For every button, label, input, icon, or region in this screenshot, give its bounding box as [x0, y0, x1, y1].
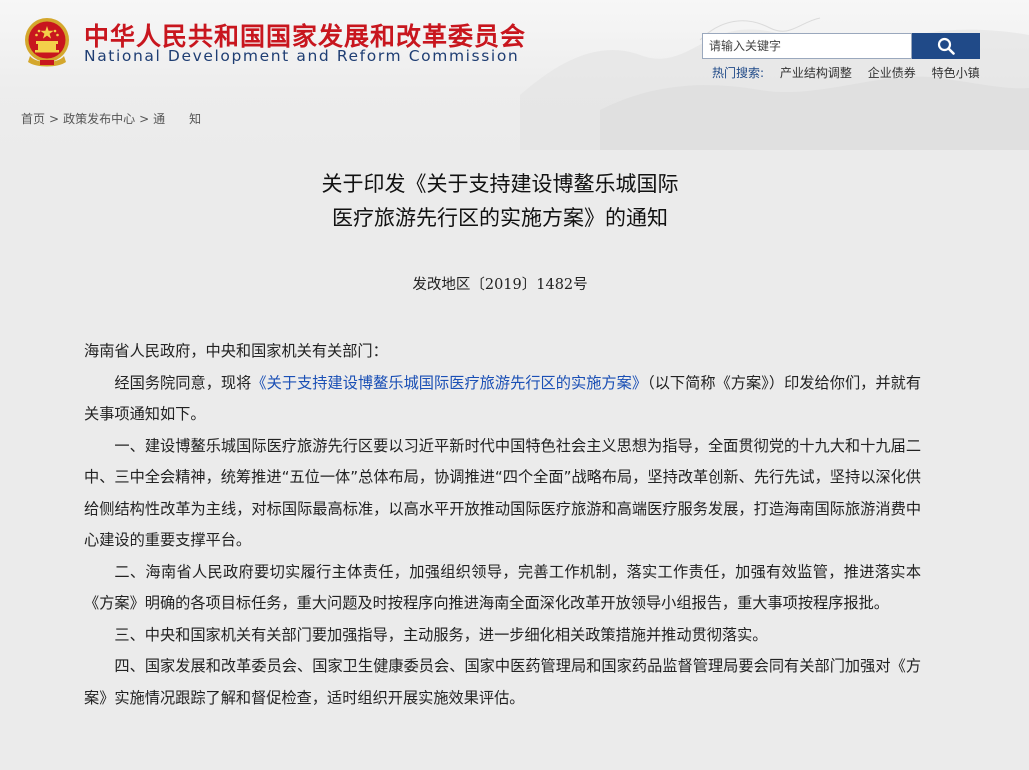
paragraph: 一、建设博鳌乐城国际医疗旅游先行区要以习近平新时代中国特色社会主义思想为指导，全…	[84, 436, 921, 550]
paragraph: 经国务院同意，现将《关于支持建设博鳌乐城国际医疗旅游先行区的实施方案》（以下简称…	[84, 368, 921, 431]
article-body: 海南省人民政府，中央和国家机关有关部门： 经国务院同意，现将《关于支持建设博鳌乐…	[84, 336, 921, 714]
breadcrumb-notice[interactable]: 通 知	[153, 112, 201, 126]
hot-search-link-bonds[interactable]: 企业债券	[868, 66, 916, 80]
article-title-line: 医疗旅游先行区的实施方案》的通知	[332, 206, 668, 230]
paragraph: 二、海南省人民政府要切实履行主体责任，加强组织领导，完善工作机制，落实工作责任，…	[84, 562, 921, 613]
hot-search-label: 热门搜索:	[712, 66, 765, 80]
article-title: 关于印发《关于支持建设博鳌乐城国际 医疗旅游先行区的实施方案》的通知	[200, 167, 800, 235]
search-input[interactable]	[702, 33, 912, 59]
attachment-link[interactable]: 《关于支持建设博鳌乐城国际医疗旅游先行区的实施方案》	[251, 374, 647, 392]
hot-search-row: 热门搜索: 产业结构调整 企业债券 特色小镇	[712, 64, 980, 80]
breadcrumb: 首页 > 政策发布中心 > 通 知	[21, 110, 201, 127]
article-title-line: 关于印发《关于支持建设博鳌乐城国际	[321, 172, 679, 196]
breadcrumb-separator: >	[49, 112, 60, 126]
search-icon	[937, 37, 955, 55]
site-title-english: National Development and Reform Commissi…	[84, 47, 520, 65]
site-header: 中华人民共和国国家发展和改革委员会 National Development a…	[0, 0, 1029, 100]
search-button[interactable]	[912, 33, 980, 59]
paragraph-text: 经国务院同意，现将	[114, 373, 252, 392]
national-emblem-icon[interactable]	[22, 16, 72, 68]
breadcrumb-home[interactable]: 首页	[21, 112, 45, 126]
hot-search-link-industry[interactable]: 产业结构调整	[780, 66, 852, 80]
salutation: 海南省人民政府，中央和国家机关有关部门：	[84, 342, 388, 360]
paragraph: 四、国家发展和改革委员会、国家卫生健康委员会、国家中医药管理局和国家药品监督管理…	[84, 657, 921, 707]
document-number: 发改地区〔2019〕1482号	[412, 277, 588, 293]
paragraph: 三、中央和国家机关有关部门要加强指导，主动服务，进一步细化相关政策措施并推动贯彻…	[114, 625, 768, 644]
breadcrumb-policy-center[interactable]: 政策发布中心	[63, 112, 135, 126]
hot-search-link-towns[interactable]: 特色小镇	[932, 66, 980, 80]
breadcrumb-separator: >	[139, 112, 150, 126]
